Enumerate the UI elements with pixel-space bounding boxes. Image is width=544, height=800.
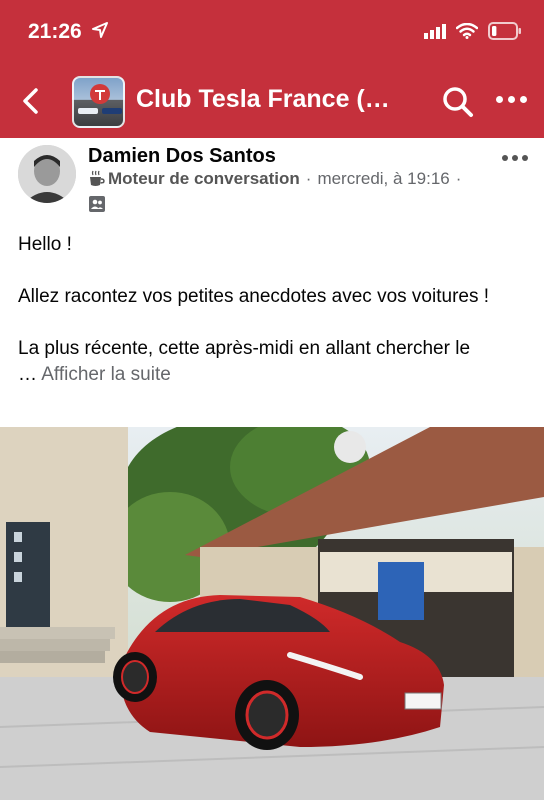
back-chevron-icon	[23, 88, 38, 114]
see-more-link[interactable]: Afficher la suite	[41, 364, 171, 385]
meta-separator: ·	[455, 169, 462, 188]
post-timestamp[interactable]: mercredi, à 19:16	[317, 169, 449, 189]
post-paragraph: Allez racontez vos petites anecdotes ave…	[18, 286, 490, 307]
location-arrow-icon	[92, 22, 108, 38]
app-header: 21:26 Club Tesla France (o...	[0, 0, 544, 138]
avatar-image	[18, 145, 76, 203]
author-name[interactable]: Damien Dos Santos	[88, 145, 276, 168]
member-badge[interactable]: Moteur de conversation	[108, 169, 300, 189]
post-options-icon[interactable]	[502, 155, 528, 161]
car-photo	[0, 427, 544, 800]
ellipsis: …	[18, 364, 37, 385]
status-time: 21:26	[28, 20, 82, 43]
battery-icon	[488, 22, 521, 40]
post-paragraph-text: La plus récente, cette après-midi en all…	[18, 338, 471, 359]
post-paragraph: Hello !	[18, 234, 72, 255]
meta-separator: ·	[305, 169, 312, 188]
post-meta: Moteur de conversation · mercredi, à 19:…	[88, 169, 467, 189]
status-icons	[424, 22, 522, 40]
group-cover-image	[78, 84, 122, 114]
more-dots-icon[interactable]	[496, 96, 527, 103]
group-cover-thumbnail[interactable]	[72, 76, 125, 128]
group-members-icon	[89, 196, 105, 212]
back-button[interactable]	[14, 84, 46, 118]
avatar[interactable]	[18, 145, 76, 203]
post-body: Hello ! Allez racontez vos petites anecd…	[18, 232, 530, 388]
post-paragraph: La plus récente, cette après-midi en all…	[18, 336, 530, 388]
post-photo[interactable]	[0, 427, 544, 800]
cellular-signal-icon	[424, 23, 446, 39]
search-icon[interactable]	[440, 84, 476, 120]
group-title[interactable]: Club Tesla France (o...	[136, 85, 398, 114]
coffee-cup-icon	[90, 170, 105, 186]
wifi-icon	[456, 23, 478, 39]
